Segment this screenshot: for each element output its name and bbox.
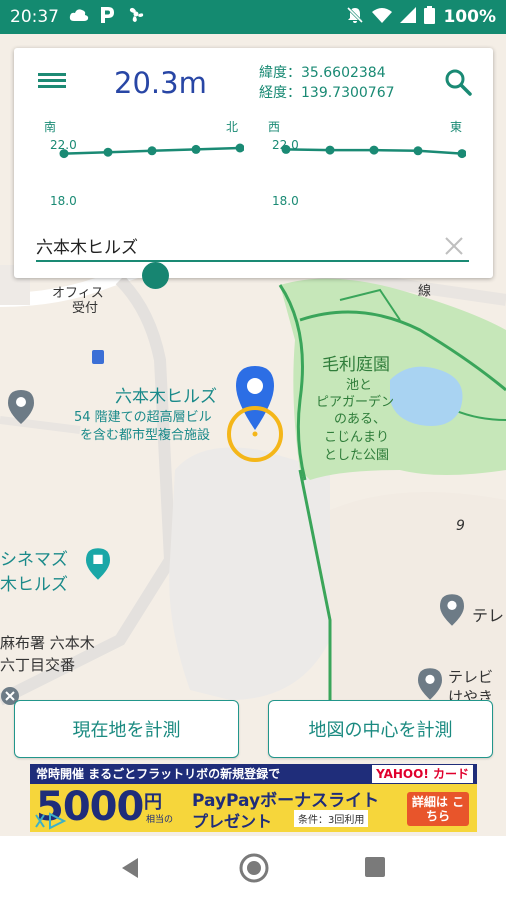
fan-icon bbox=[125, 6, 147, 29]
ad-banner[interactable]: 常時開催 まるごとフラットリボの新規登録で YAHOO! カード 5000 円 … bbox=[30, 764, 477, 832]
ad-unit-sub: 相当の bbox=[146, 815, 174, 825]
chart-ew-point-4 bbox=[457, 149, 466, 159]
measurement-card: 20.3m 緯度：35.6602384 経度：139.7300767 南 北 2… bbox=[14, 48, 493, 278]
latitude-value: 緯度：35.6602384 bbox=[259, 65, 386, 81]
search-icon[interactable] bbox=[444, 68, 472, 96]
back-icon[interactable] bbox=[118, 856, 142, 880]
map-label-road: 線 bbox=[418, 284, 432, 299]
chart-ew bbox=[281, 144, 466, 159]
input-cursor-handle[interactable] bbox=[142, 262, 169, 289]
map-label-mori-garden[interactable]: 毛利庭園 bbox=[322, 350, 390, 375]
poi-pin-icon[interactable] bbox=[8, 390, 34, 424]
cinema-pin-icon[interactable] bbox=[86, 548, 110, 580]
parking-icon bbox=[99, 6, 115, 29]
cloud-icon bbox=[69, 7, 89, 27]
longitude-value: 経度：139.7300767 bbox=[259, 85, 395, 101]
place-search-input[interactable] bbox=[36, 230, 469, 262]
chart-ns bbox=[59, 143, 244, 159]
map-label-garden-desc-5: とした公園 bbox=[324, 448, 390, 463]
map-label-roppongi-hills[interactable]: 六本木ヒルズ bbox=[115, 382, 217, 407]
mute-icon bbox=[346, 6, 364, 29]
status-bar: 20:37 100% bbox=[0, 0, 506, 34]
map-label-police-2: 六丁目交番 bbox=[0, 656, 76, 674]
ad-choices-icon[interactable] bbox=[34, 812, 74, 830]
chart-ew-point-3 bbox=[413, 146, 423, 156]
clear-icon[interactable] bbox=[442, 234, 466, 258]
map-label-cinemas-1[interactable]: シネマズ bbox=[0, 545, 68, 570]
chart-ns-point-4 bbox=[235, 143, 244, 153]
distance-value: 20.3m bbox=[114, 66, 207, 100]
chart-ew-point-1 bbox=[325, 145, 335, 155]
chart-ns-point-2 bbox=[147, 146, 157, 156]
map-label-desc-1: 54 階建ての超高層ビル bbox=[74, 410, 212, 425]
ad-headline-2: プレゼント bbox=[192, 812, 273, 831]
poi-pin-icon[interactable] bbox=[418, 668, 442, 700]
map-label-garden-desc-3: のある、 bbox=[334, 412, 387, 427]
chart-ns-point-3 bbox=[191, 144, 201, 154]
map-label-reception: 受付 bbox=[72, 301, 99, 316]
home-icon[interactable] bbox=[238, 852, 270, 884]
map-label-tv2-1[interactable]: テレビ bbox=[448, 666, 493, 687]
wifi-icon bbox=[372, 7, 393, 28]
chart-ns-point-0 bbox=[59, 149, 69, 159]
menu-icon[interactable] bbox=[38, 70, 68, 94]
poi-pin-icon[interactable] bbox=[440, 594, 464, 626]
status-time: 20:37 bbox=[10, 7, 59, 27]
map-label-garden-desc-4: こじんまり bbox=[324, 430, 390, 445]
battery-icon bbox=[424, 5, 436, 29]
ad-detail-button[interactable]: 詳細は こちら bbox=[407, 792, 469, 826]
navigation-bar bbox=[0, 836, 506, 900]
ad-condition: 条件：3回利用 bbox=[294, 810, 369, 827]
ad-yahoo-logo: YAHOO! カード bbox=[372, 765, 473, 783]
measure-map-center-button[interactable]: 地図の中心を計測 bbox=[268, 700, 493, 758]
chart-ew-point-0 bbox=[281, 144, 291, 154]
battery-percent: 100% bbox=[443, 7, 496, 27]
coordinates: 緯度：35.6602384 経度：139.7300767 bbox=[259, 63, 395, 103]
chart-ns-point-1 bbox=[103, 147, 113, 157]
ad-unit: 円 bbox=[144, 792, 162, 813]
map-label-num9: 9 bbox=[456, 518, 465, 534]
location-marker-icon[interactable] bbox=[222, 364, 288, 464]
signal-icon bbox=[400, 6, 417, 28]
measure-current-location-button[interactable]: 現在地を計測 bbox=[14, 700, 239, 758]
map-label-tv[interactable]: テレ bbox=[472, 602, 504, 626]
recents-icon[interactable] bbox=[364, 856, 386, 878]
chart-ew-point-2 bbox=[369, 145, 379, 155]
map-label-desc-2: を含む都市型複合施設 bbox=[80, 428, 211, 443]
map-label-cinemas-2: 木ヒルズ bbox=[0, 575, 68, 595]
map-label-police-1[interactable]: 麻布署 六本木 bbox=[0, 632, 95, 653]
